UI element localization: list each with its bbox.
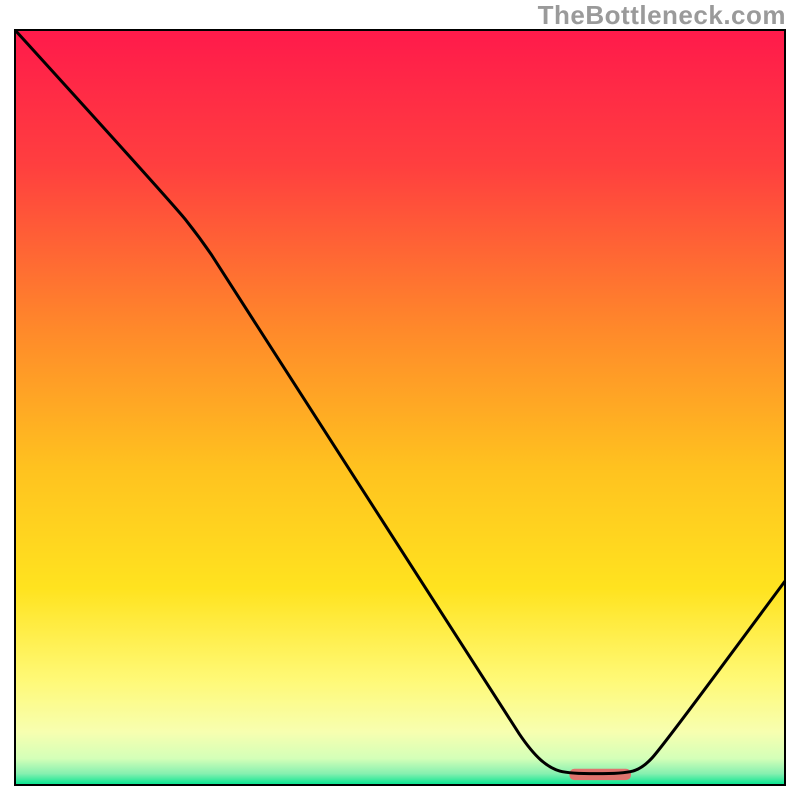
chart-background-gradient bbox=[15, 30, 785, 785]
watermark-text: TheBottleneck.com bbox=[538, 0, 786, 31]
bottleneck-chart bbox=[0, 0, 800, 800]
